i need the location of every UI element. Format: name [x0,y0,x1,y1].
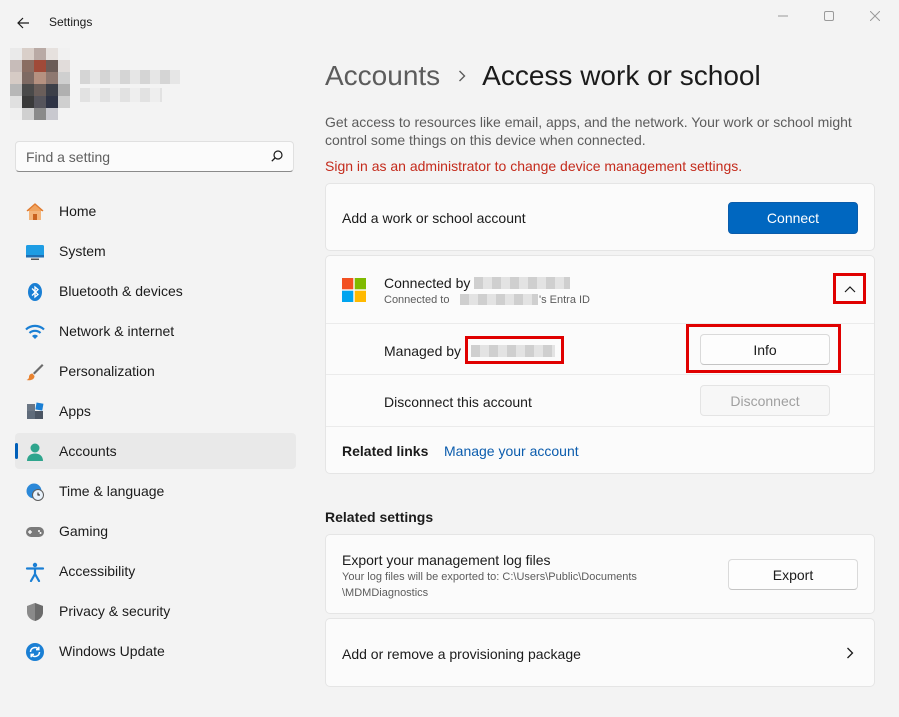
sidebar-item-home[interactable]: Home [15,193,296,229]
highlight-box-managed-by [465,336,564,364]
connected-to-prefix: Connected to [384,294,450,306]
sidebar-item-label: Network & internet [59,323,175,339]
page-description: Get access to resources like email, apps… [325,114,852,148]
sidebar-item-accessibility[interactable]: Accessibility [15,553,296,589]
highlight-box-collapse [833,273,866,304]
sidebar-nav: Home System Bluetooth & devices Network … [15,193,296,673]
sidebar-item-label: Home [59,203,97,219]
gamepad-icon [25,522,45,542]
brush-icon [25,362,45,382]
close-button[interactable] [852,0,898,32]
divider [326,426,874,427]
sidebar-item-label: System [59,243,106,259]
profile-name-redacted [80,70,180,84]
wifi-icon [25,322,45,342]
sidebar-item-accounts[interactable]: Accounts [15,433,296,469]
sidebar-item-bluetooth[interactable]: Bluetooth & devices [15,273,296,309]
redacted-tenant-name [460,294,538,305]
profile-email-redacted [80,88,162,102]
update-icon [25,642,45,662]
back-button[interactable] [10,10,36,36]
maximize-icon [824,11,834,21]
export-logs-subtitle-line1: Your log files will be exported to: C:\U… [342,571,637,583]
apps-icon [25,402,45,422]
system-icon [25,242,45,262]
user-profile[interactable] [10,48,185,120]
search-icon [271,150,283,162]
app-title: Settings [49,15,93,29]
sidebar-item-label: Privacy & security [59,603,171,619]
chevron-right-icon [458,70,466,82]
chevron-right-icon [847,647,854,659]
breadcrumb: Accounts Access work or school [325,56,761,96]
highlight-box-info [686,324,841,373]
title-bar: Settings [0,0,899,46]
export-logs-title: Export your management log files [342,552,551,568]
sidebar-item-label: Accounts [59,443,117,459]
sidebar-item-personalization[interactable]: Personalization [15,353,296,389]
breadcrumb-parent-link[interactable]: Accounts [325,60,440,92]
minimize-icon [778,15,788,17]
home-icon [25,202,45,222]
bluetooth-icon [25,282,45,302]
shield-icon [25,602,45,622]
sidebar-item-windows-update[interactable]: Windows Update [15,633,296,669]
clock-globe-icon [25,482,45,502]
sidebar-item-network[interactable]: Network & internet [15,313,296,349]
sidebar-item-label: Personalization [59,363,155,379]
connected-to-suffix: 's Entra ID [539,294,591,306]
connect-button[interactable]: Connect [728,202,858,234]
related-settings-heading: Related settings [325,509,434,525]
export-logs-subtitle-line2: \MDMDiagnostics [342,587,429,599]
accessibility-icon [25,562,45,582]
connected-by-label: Connected by [384,275,471,291]
maximize-button[interactable] [806,0,852,32]
divider [326,374,874,375]
sidebar-item-label: Accessibility [59,563,136,579]
sidebar-item-gaming[interactable]: Gaming [15,513,296,549]
add-account-card: Add a work or school account Connect [325,183,875,251]
provisioning-package-card[interactable]: Add or remove a provisioning package [325,618,875,687]
search-box[interactable] [15,141,294,172]
sidebar-item-time-language[interactable]: Time & language [15,473,296,509]
microsoft-logo-icon [342,278,366,302]
connected-account-card: Connected by Connected to 's Entra ID Ma… [325,255,875,474]
accounts-icon [25,442,45,462]
export-button[interactable]: Export [728,559,858,590]
sidebar-item-privacy[interactable]: Privacy & security [15,593,296,629]
redacted-organization-name [474,277,570,289]
sidebar-item-label: Apps [59,403,91,419]
close-icon [870,11,880,21]
minimize-button[interactable] [760,0,806,32]
sidebar-item-apps[interactable]: Apps [15,393,296,429]
sidebar-item-system[interactable]: System [15,233,296,269]
disconnect-button[interactable]: Disconnect [700,385,830,416]
avatar [10,48,72,120]
admin-warning: Sign in as an administrator to change de… [325,158,743,174]
sidebar-item-label: Bluetooth & devices [59,283,183,299]
provisioning-package-label: Add or remove a provisioning package [342,646,581,662]
export-logs-card: Export your management log files Your lo… [325,534,875,614]
search-input[interactable] [26,148,256,166]
managed-by-label: Managed by [384,343,462,359]
add-account-label: Add a work or school account [342,210,526,226]
sidebar-item-label: Time & language [59,483,165,499]
disconnect-label: Disconnect this account [384,394,532,410]
related-links-label: Related links [342,443,429,459]
sidebar-item-label: Gaming [59,523,109,539]
sidebar-item-label: Windows Update [59,643,165,659]
manage-account-link[interactable]: Manage your account [444,443,579,459]
page-title: Access work or school [482,60,761,91]
arrow-left-icon [17,17,29,29]
